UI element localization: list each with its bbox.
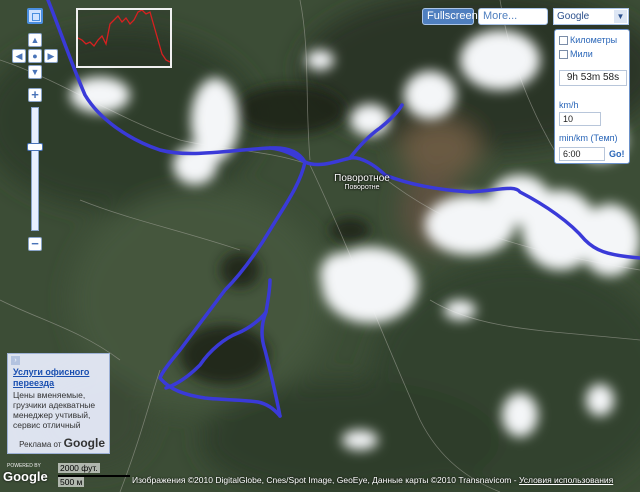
elevation-line bbox=[77, 9, 171, 63]
pan-up-button[interactable]: ▲ bbox=[28, 33, 42, 47]
speed-label: km/h bbox=[559, 100, 579, 110]
collapse-ad-icon[interactable]: › bbox=[11, 356, 20, 365]
ad-footer-brand[interactable]: Google bbox=[64, 436, 105, 450]
expand-map-button[interactable] bbox=[27, 8, 43, 24]
scale-feet: 2000 фут. bbox=[58, 463, 100, 473]
map-view[interactable]: ▲ ◀ ● ▶ ▼ + − Fullscreen More... Google … bbox=[0, 0, 640, 492]
elevation-profile[interactable] bbox=[76, 8, 172, 68]
pace-input[interactable]: 6:00 bbox=[559, 147, 605, 161]
terms-link[interactable]: Условия использования bbox=[519, 475, 613, 485]
pace-panel: Километры Мили 9h 53m 58s km/h 10 min/km… bbox=[554, 29, 630, 164]
km-option-label: Километры bbox=[570, 35, 618, 45]
attribution-text: Изображения ©2010 DigitalGlobe, Cnes/Spo… bbox=[132, 475, 519, 485]
attribution: Изображения ©2010 DigitalGlobe, Cnes/Spo… bbox=[132, 475, 640, 485]
go-button[interactable]: Go! bbox=[609, 149, 625, 159]
map-type-select[interactable]: Google ▼ bbox=[553, 8, 629, 25]
town-label: Поворотное Поворотне bbox=[322, 173, 402, 191]
pan-left-button[interactable]: ◀ bbox=[12, 49, 26, 63]
pan-control: ▲ ◀ ● ▶ ▼ bbox=[12, 33, 58, 79]
miles-option[interactable]: Мили bbox=[559, 49, 593, 59]
scale-bar: 2000 фут. 500 м bbox=[58, 463, 132, 489]
zoom-out-button[interactable]: − bbox=[28, 237, 42, 251]
pace-label: min/km (Темп) bbox=[559, 133, 618, 143]
scale-meters: 500 м bbox=[58, 477, 85, 487]
ad-title-link[interactable]: Услуги офисного переезда bbox=[13, 367, 104, 389]
chevron-down-icon: ▼ bbox=[614, 10, 627, 23]
miles-option-label: Мили bbox=[570, 49, 593, 59]
km-checkbox[interactable] bbox=[559, 35, 568, 45]
zoom-in-button[interactable]: + bbox=[28, 88, 42, 102]
zoom-slider-track[interactable] bbox=[31, 107, 39, 231]
pan-right-button[interactable]: ▶ bbox=[44, 49, 58, 63]
miles-checkbox[interactable] bbox=[559, 49, 568, 59]
google-logo[interactable]: POWERED BY Google bbox=[3, 463, 48, 484]
speed-input[interactable]: 10 bbox=[559, 112, 601, 126]
ad-footer: Реклама от Google bbox=[19, 436, 105, 450]
pan-center-button[interactable]: ● bbox=[28, 49, 42, 63]
map-type-value: Google bbox=[557, 11, 590, 22]
ad-body: Цены вменяемые, грузчики адекватные мене… bbox=[13, 390, 96, 430]
google-logo-text: Google bbox=[3, 469, 48, 484]
km-option[interactable]: Километры bbox=[559, 35, 617, 45]
total-time: 9h 53m 58s bbox=[559, 70, 627, 86]
fullscreen-button[interactable]: Fullscreen bbox=[422, 8, 478, 25]
ad-box: › Услуги офисного переезда Цены вменяемы… bbox=[7, 353, 110, 454]
town-name-alt: Поворотне bbox=[344, 184, 380, 191]
ad-footer-prefix: Реклама от bbox=[19, 440, 62, 449]
pan-down-button[interactable]: ▼ bbox=[28, 65, 42, 79]
zoom-slider-handle[interactable] bbox=[27, 143, 43, 151]
more-button[interactable]: More... bbox=[478, 8, 548, 25]
town-name: Поворотное bbox=[334, 173, 390, 184]
